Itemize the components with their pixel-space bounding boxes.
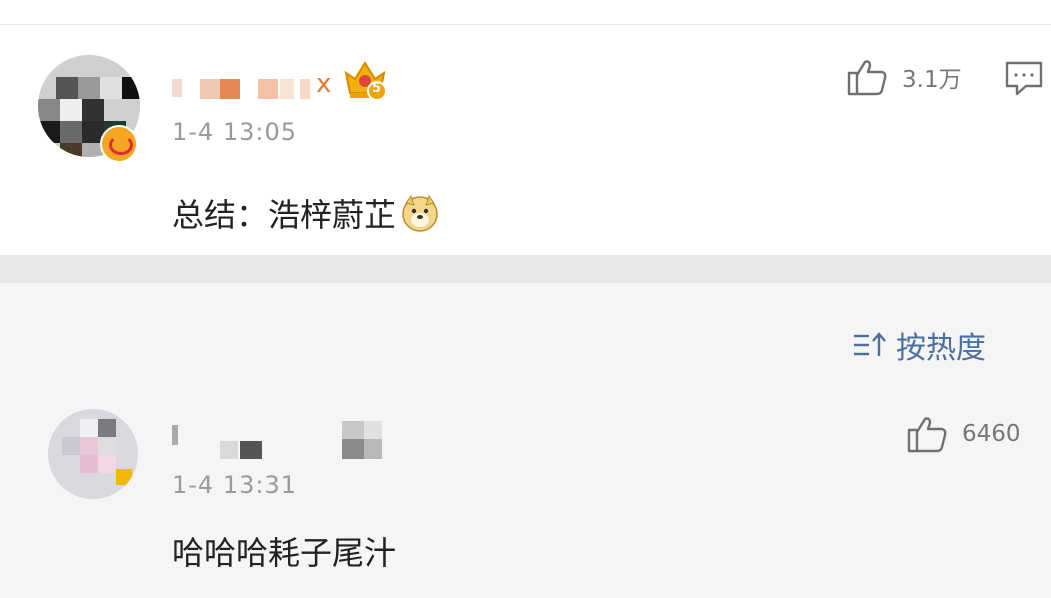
vip-level-number: 5 <box>372 81 382 96</box>
comment-icon[interactable] <box>1004 58 1044 98</box>
comment-username-blurred[interactable] <box>172 421 382 459</box>
doge-emoji <box>400 193 440 233</box>
post-time: 1-4 13:05 <box>172 118 297 146</box>
post-content-text: 总结：浩梓蔚芷 <box>172 196 397 234</box>
thumbs-up-icon <box>906 413 948 455</box>
verified-badge-icon <box>100 125 138 163</box>
comments-section: 按热度 1-4 13:31 哈哈哈耗子尾汁 6460 <box>0 283 1051 598</box>
thumbs-up-icon <box>846 56 888 98</box>
sort-label: 按热度 <box>896 331 986 366</box>
section-divider <box>0 255 1051 283</box>
comment-like-button[interactable]: 6460 <box>906 413 1021 455</box>
post-like-button[interactable]: 3.1万 <box>846 56 962 98</box>
weibo-post: x 5 1-4 13:05 总结：浩梓蔚芷 3.1万 <box>0 25 1051 255</box>
comment-content: 哈哈哈耗子尾汁 <box>172 528 396 574</box>
sort-by-hot-button[interactable]: 按热度 <box>852 323 986 367</box>
comment-like-count: 6460 <box>962 421 1021 447</box>
post-content: 总结：浩梓蔚芷 <box>172 190 440 236</box>
post-like-count: 3.1万 <box>902 67 962 93</box>
comment-time: 1-4 13:31 <box>172 471 297 499</box>
username-blurred[interactable] <box>172 73 332 103</box>
comment-content-text: 哈哈哈耗子尾汁 <box>172 534 397 572</box>
sort-icon <box>852 329 888 361</box>
comment-avatar[interactable] <box>48 409 138 499</box>
top-divider <box>0 0 1051 25</box>
crown-badge-icon: 5 <box>342 57 388 103</box>
username-suffix: x <box>316 69 332 99</box>
